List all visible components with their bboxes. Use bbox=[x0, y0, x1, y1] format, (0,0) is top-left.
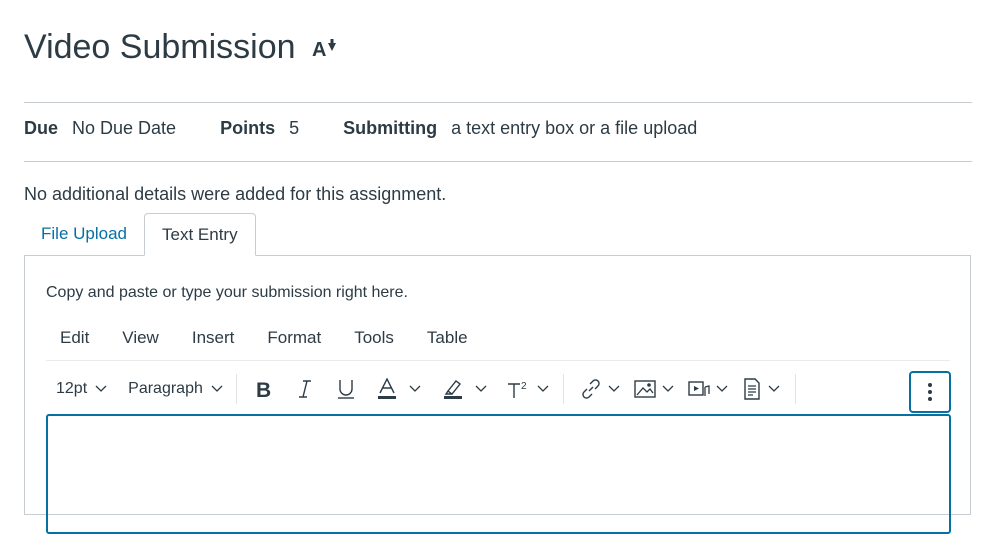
svg-text:A: A bbox=[312, 39, 326, 59]
rich-text-editor-area[interactable] bbox=[46, 414, 951, 534]
chevron-down-icon bbox=[716, 385, 728, 392]
block-format-value: Paragraph bbox=[128, 380, 203, 397]
underline-icon bbox=[337, 380, 354, 399]
link-dropdown[interactable] bbox=[570, 371, 627, 407]
block-format-dropdown[interactable]: Paragraph bbox=[114, 371, 230, 407]
image-icon bbox=[634, 380, 656, 398]
superscript-icon: 2 bbox=[507, 381, 527, 398]
page-title: Video Submission A bbox=[24, 28, 340, 67]
divider-top bbox=[24, 102, 972, 103]
submitting-value: a text entry box or a file upload bbox=[451, 118, 698, 138]
font-size-value: 12pt bbox=[56, 380, 88, 397]
menu-format[interactable]: Format bbox=[253, 328, 321, 348]
document-icon bbox=[744, 378, 760, 400]
svg-text:2: 2 bbox=[521, 381, 527, 392]
chevron-down-icon bbox=[537, 385, 549, 392]
chevron-down-icon bbox=[768, 385, 780, 392]
superscript-dropdown[interactable]: 2 bbox=[495, 371, 557, 407]
text-color-dropdown[interactable] bbox=[367, 371, 429, 407]
media-dropdown[interactable] bbox=[681, 371, 735, 407]
italic-button[interactable] bbox=[285, 371, 325, 407]
media-icon bbox=[688, 381, 710, 396]
image-dropdown[interactable] bbox=[627, 371, 681, 407]
submitting-label: Submitting bbox=[343, 118, 438, 138]
toolbar-separator bbox=[794, 374, 796, 404]
font-size-dropdown[interactable]: 12pt bbox=[46, 371, 114, 407]
menu-edit[interactable]: Edit bbox=[46, 328, 89, 348]
chevron-down-icon bbox=[662, 385, 674, 392]
chevron-down-icon bbox=[475, 385, 487, 392]
text-entry-panel: Copy and paste or type your submission r… bbox=[24, 255, 971, 534]
link-icon bbox=[582, 379, 600, 399]
bold-icon: B bbox=[256, 379, 271, 399]
tab-text-entry[interactable]: Text Entry bbox=[144, 213, 256, 256]
document-dropdown[interactable] bbox=[735, 371, 787, 407]
svg-text:B: B bbox=[256, 379, 271, 399]
more-options-button[interactable] bbox=[909, 371, 951, 413]
points-value: 5 bbox=[289, 118, 300, 138]
tab-file-upload[interactable]: File Upload bbox=[24, 213, 144, 255]
due-label: Due bbox=[24, 118, 59, 138]
accessibility-icon[interactable]: A bbox=[312, 37, 340, 59]
editor-instructions: Copy and paste or type your submission r… bbox=[46, 284, 408, 301]
text-color-icon bbox=[377, 378, 396, 399]
menu-insert[interactable]: Insert bbox=[178, 328, 235, 348]
more-vertical-icon bbox=[928, 383, 932, 401]
menu-view[interactable]: View bbox=[108, 328, 159, 348]
italic-icon bbox=[298, 380, 311, 398]
divider-bottom bbox=[24, 161, 972, 162]
editor-toolbar: 12pt Paragraph B 2 bbox=[46, 360, 951, 417]
chevron-down-icon bbox=[211, 385, 223, 392]
assignment-details: No additional details were added for thi… bbox=[24, 184, 447, 204]
menu-tools[interactable]: Tools bbox=[340, 328, 394, 348]
toolbar-separator bbox=[235, 374, 237, 404]
assignment-meta: Due No Due Date Points 5 Submitting a te… bbox=[24, 118, 741, 139]
page-title-text: Video Submission bbox=[24, 28, 296, 66]
due-value: No Due Date bbox=[72, 118, 177, 138]
submission-tabs: File Upload Text Entry bbox=[24, 213, 256, 256]
bold-button[interactable]: B bbox=[243, 371, 285, 407]
highlight-icon bbox=[443, 380, 462, 399]
chevron-down-icon bbox=[95, 385, 107, 392]
points-label: Points bbox=[220, 118, 276, 138]
underline-button[interactable] bbox=[325, 371, 367, 407]
toolbar-separator bbox=[562, 374, 564, 404]
chevron-down-icon bbox=[409, 385, 421, 392]
editor-menubar: Edit View Insert Format Tools Table bbox=[46, 328, 487, 348]
menu-table[interactable]: Table bbox=[413, 328, 468, 348]
chevron-down-icon bbox=[608, 385, 620, 392]
highlight-color-dropdown[interactable] bbox=[429, 371, 495, 407]
